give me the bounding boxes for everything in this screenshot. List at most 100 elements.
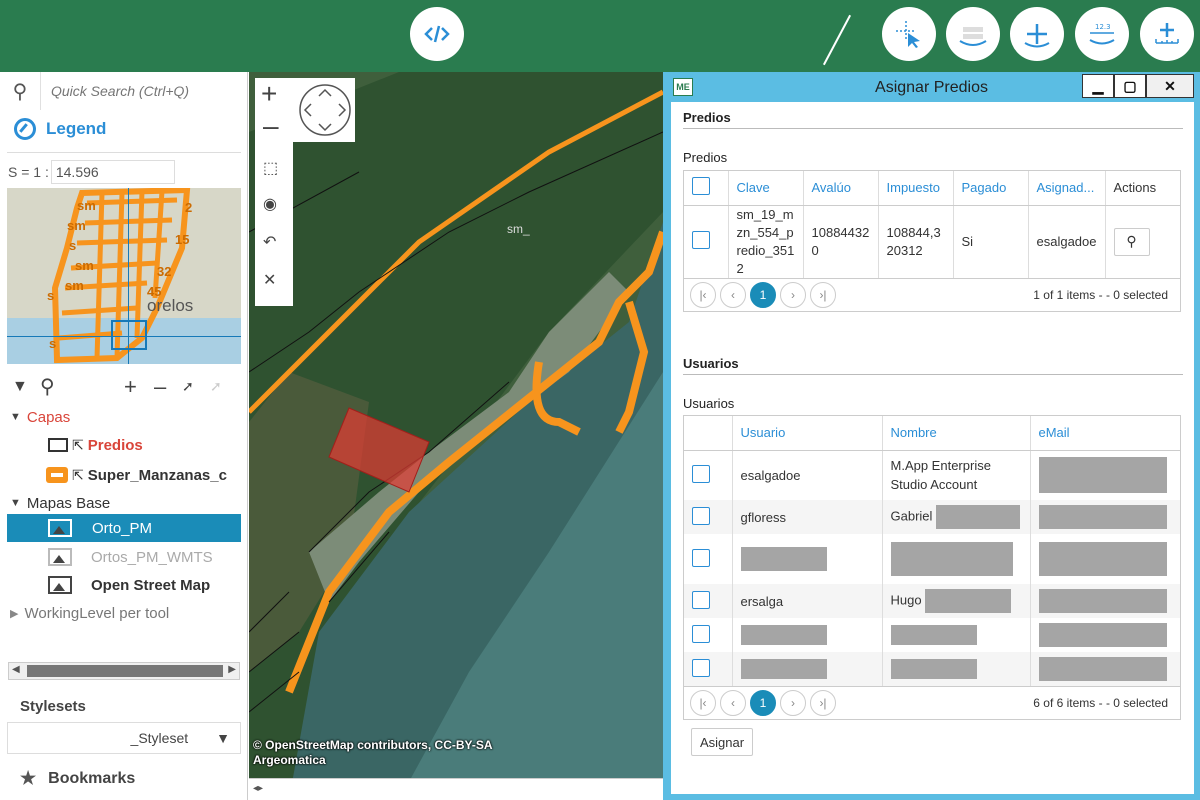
code-button[interactable] bbox=[410, 7, 464, 61]
first-page-icon[interactable]: |‹ bbox=[690, 689, 716, 716]
row-select-cell bbox=[684, 584, 733, 618]
column-header-asignado[interactable]: Asignad... bbox=[1028, 171, 1106, 206]
legend-header[interactable]: Legend bbox=[14, 118, 106, 140]
row-checkbox[interactable] bbox=[692, 590, 710, 609]
map-splitter-handle[interactable]: ◂▸ bbox=[253, 783, 263, 794]
row-checkbox[interactable] bbox=[692, 464, 710, 483]
zoom-search-icon[interactable]: ⚲ bbox=[40, 374, 55, 399]
asignar-predios-dialog: ME Asignar Predios ▁ ▢ ✕ Predios Predios… bbox=[663, 72, 1200, 800]
table-row[interactable]: gfloress Gabriel bbox=[684, 500, 1180, 534]
table-row[interactable] bbox=[684, 534, 1180, 584]
layers-button[interactable] bbox=[946, 7, 1000, 61]
next-page-icon[interactable]: › bbox=[780, 689, 806, 716]
bookmarks-header[interactable]: ★ Bookmarks bbox=[20, 768, 135, 789]
layer-predios[interactable]: ⇱ Predios bbox=[48, 432, 143, 458]
next-page-icon[interactable]: › bbox=[780, 281, 806, 308]
undo-view-icon[interactable]: ↶ bbox=[263, 232, 276, 252]
column-header-clave[interactable]: Clave bbox=[728, 171, 804, 206]
view-predio-button[interactable]: ⚲ bbox=[1113, 227, 1150, 256]
usuarios-pager: |‹ ‹ 1 › ›| 6 of 6 items - - 0 selected bbox=[683, 686, 1181, 720]
table-row[interactable]: esalgadoe M.App Enterprise Studio Accoun… bbox=[684, 450, 1180, 500]
polygon-symbol-icon bbox=[48, 438, 68, 452]
map-attribution: © OpenStreetMap contributors, CC-BY-SA A… bbox=[253, 738, 493, 768]
layers-stack-icon bbox=[959, 27, 987, 46]
layer-ortos-pm-wmts[interactable]: Ortos_PM_WMTS bbox=[48, 544, 213, 570]
collapse-arrow-icon[interactable]: ▶ bbox=[10, 607, 18, 620]
prev-page-icon[interactable]: ‹ bbox=[720, 689, 746, 716]
row-checkbox[interactable] bbox=[692, 658, 710, 677]
cell-usuario: gfloress bbox=[732, 500, 883, 534]
filter-icon[interactable]: ▼ bbox=[12, 378, 28, 396]
tree-group-capas[interactable]: ▼ Capas bbox=[10, 404, 70, 430]
column-header-email[interactable]: eMail bbox=[1030, 416, 1180, 451]
expand-arrow-icon[interactable]: ▼ bbox=[10, 497, 21, 509]
select-all-checkbox[interactable] bbox=[692, 177, 710, 196]
visibility-eye-icon[interactable]: ◉ bbox=[263, 194, 277, 214]
zoom-out-icon[interactable]: – bbox=[263, 110, 279, 142]
super-manzanas-label: Super_Manzanas_c bbox=[87, 466, 227, 484]
tree-group-mapas-base[interactable]: ▼ Mapas Base bbox=[10, 490, 110, 516]
select-pointer-button[interactable] bbox=[882, 7, 936, 61]
row-checkbox[interactable] bbox=[692, 548, 710, 567]
cell-asignado: esalgadoe bbox=[1028, 205, 1106, 278]
attribution-line2: Argeomatica bbox=[253, 753, 326, 767]
zoom-in-icon[interactable]: + bbox=[261, 78, 277, 110]
predios-pager: |‹ ‹ 1 › ›| 1 of 1 items - - 0 selected bbox=[683, 278, 1181, 312]
scroll-left-icon[interactable]: ◀ bbox=[12, 664, 20, 675]
dialog-title-bar[interactable]: ME Asignar Predios ▁ ▢ ✕ bbox=[663, 72, 1200, 102]
expand-arrow-icon[interactable]: ▼ bbox=[10, 411, 21, 423]
table-row[interactable] bbox=[684, 618, 1180, 652]
predios-header-row: Clave Avalúo Impuesto Pagado Asignad... … bbox=[684, 171, 1180, 206]
close-button[interactable]: ✕ bbox=[1146, 74, 1194, 98]
add-layer-icon[interactable]: + bbox=[124, 374, 137, 400]
layer-orto-pm[interactable]: Orto_PM bbox=[48, 515, 152, 541]
horizontal-scrollbar[interactable]: ◀ ▶ bbox=[8, 662, 240, 680]
row-checkbox[interactable] bbox=[692, 231, 710, 249]
page-button[interactable]: 1 bbox=[750, 281, 776, 308]
pointer-visibility-icon[interactable]: ➚ bbox=[182, 378, 194, 395]
nombre-text: Gabriel bbox=[890, 508, 933, 524]
prev-page-icon[interactable]: ‹ bbox=[720, 281, 746, 308]
scale-input[interactable] bbox=[50, 160, 175, 184]
scrollbar-thumb[interactable] bbox=[27, 665, 223, 677]
column-header-avaluo[interactable]: Avalúo bbox=[803, 171, 879, 206]
last-page-icon[interactable]: ›| bbox=[810, 689, 836, 716]
maximize-button[interactable]: ▢ bbox=[1114, 74, 1146, 98]
quick-search-input[interactable] bbox=[40, 72, 240, 110]
add-measure-button[interactable] bbox=[1140, 7, 1194, 61]
layer-open-street-map[interactable]: Open Street Map bbox=[48, 572, 210, 598]
column-header-nombre[interactable]: Nombre bbox=[882, 416, 1031, 451]
map-view[interactable]: sm_ + – ⬚ ◉ ↶ ✕ © OpenStreetMap contribu… bbox=[249, 72, 663, 800]
page-button[interactable]: 1 bbox=[750, 689, 776, 716]
measure-button[interactable]: 12.3 bbox=[1075, 7, 1129, 61]
table-row[interactable]: ersalga Hugo bbox=[684, 584, 1180, 618]
column-header-impuesto[interactable]: Impuesto bbox=[878, 171, 954, 206]
row-checkbox[interactable] bbox=[692, 624, 710, 643]
table-row[interactable]: sm_19_mzn_554_predio_3512 108844320 1088… bbox=[684, 205, 1180, 278]
first-page-icon[interactable]: |‹ bbox=[690, 281, 716, 308]
styleset-select[interactable]: _Styleset ▼ bbox=[7, 722, 241, 754]
legend-label: Legend bbox=[46, 119, 107, 138]
overview-map[interactable]: sm sm s sm sm s s 2 15 32 45 orelos bbox=[7, 188, 241, 364]
minimize-button[interactable]: ▁ bbox=[1082, 74, 1114, 98]
cell-nombre: M.App Enterprise Studio Account bbox=[882, 450, 1031, 500]
overview-extent-box[interactable] bbox=[111, 320, 147, 350]
remove-layer-icon[interactable]: – bbox=[154, 374, 166, 400]
table-row[interactable] bbox=[684, 652, 1180, 686]
search-icon[interactable]: ⚲ bbox=[0, 79, 40, 104]
tree-group-working-level[interactable]: ▶ WorkingLevel per tool bbox=[10, 600, 169, 626]
select-rect-icon[interactable]: ⬚ bbox=[263, 158, 278, 178]
pan-control-icon[interactable] bbox=[297, 82, 353, 138]
row-checkbox[interactable] bbox=[692, 506, 710, 525]
scroll-right-icon[interactable]: ▶ bbox=[228, 664, 236, 675]
column-header-pagado[interactable]: Pagado bbox=[953, 171, 1029, 206]
quick-search: ⚲ bbox=[0, 72, 248, 110]
column-header-usuario[interactable]: Usuario bbox=[732, 416, 883, 451]
clear-selection-icon[interactable]: ✕ bbox=[263, 270, 276, 290]
asignar-button[interactable]: Asignar bbox=[691, 728, 754, 756]
last-page-icon[interactable]: ›| bbox=[810, 281, 836, 308]
layer-super-manzanas[interactable]: ⇱ Super_Manzanas_c bbox=[46, 462, 227, 488]
section-divider bbox=[683, 128, 1183, 129]
add-point-button[interactable] bbox=[1010, 7, 1064, 61]
orange-symbol-icon bbox=[46, 467, 68, 483]
